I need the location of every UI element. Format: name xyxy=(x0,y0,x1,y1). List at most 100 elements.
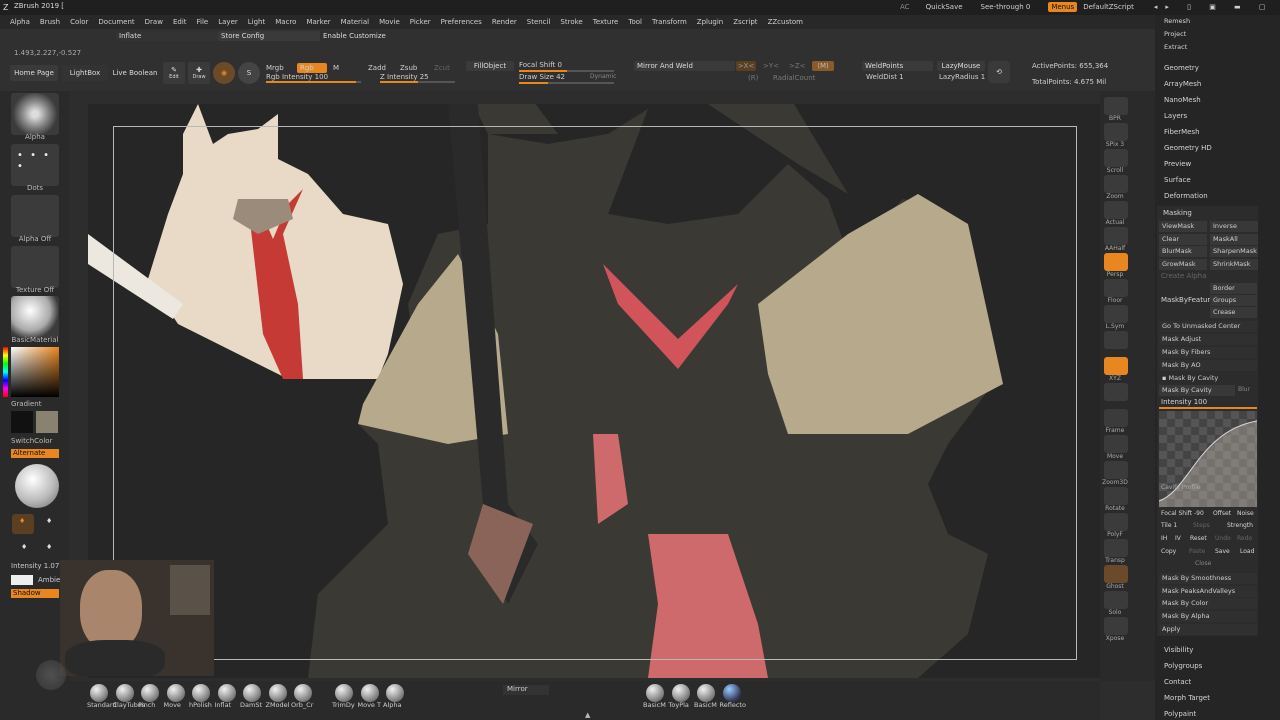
dynamic-button[interactable]: Dynamic xyxy=(590,73,616,80)
menu-edit[interactable]: Edit xyxy=(173,18,187,26)
rgb-intensity-slider[interactable]: Rgb Intensity 100 xyxy=(266,73,328,81)
blurmask-button[interactable]: BlurMask xyxy=(1159,246,1207,257)
texture-off-tile[interactable] xyxy=(11,246,59,288)
r-button[interactable]: (R) xyxy=(748,74,758,82)
alternate-button[interactable]: Alternate xyxy=(11,449,59,458)
shelf-persp-button[interactable] xyxy=(1104,253,1128,271)
shelf-aahalf-button[interactable] xyxy=(1104,227,1128,245)
rgb-intensity-track[interactable] xyxy=(266,81,361,83)
shelf-icon-button[interactable] xyxy=(1104,331,1128,349)
shelf-floor-button[interactable] xyxy=(1104,279,1128,297)
apply-item[interactable]: Apply xyxy=(1159,623,1257,635)
brush-damst-icon[interactable] xyxy=(243,684,261,702)
shelf-zoom3d-button[interactable] xyxy=(1104,461,1128,479)
mrgb-button[interactable]: Mrgb xyxy=(266,64,284,72)
shelf-ghost-button[interactable] xyxy=(1104,565,1128,583)
load-button[interactable]: Load xyxy=(1240,548,1254,555)
menus-button[interactable]: Menus xyxy=(1048,2,1078,12)
zsub-button[interactable]: Zsub xyxy=(400,64,417,72)
menu-file[interactable]: File xyxy=(197,18,209,26)
growmask-button[interactable]: GrowMask xyxy=(1159,258,1207,270)
sharpenmask-button[interactable]: SharpenMask xyxy=(1210,246,1258,257)
quicksave-button[interactable]: QuickSave xyxy=(926,3,963,11)
draw-mode-button[interactable]: ✚ Draw xyxy=(188,62,210,84)
mirror-button[interactable]: Mirror xyxy=(503,685,549,695)
mask-peaksandvalleys-item[interactable]: Mask PeaksAndValleys xyxy=(1159,585,1257,597)
lazymouse-toggle[interactable]: ⟲ xyxy=(988,61,1010,83)
palette-layers[interactable]: Layers xyxy=(1164,112,1187,120)
shelf-transp-button[interactable] xyxy=(1104,539,1128,557)
shelf-spix-3-button[interactable] xyxy=(1104,123,1128,141)
x-axis-button[interactable]: >X< xyxy=(736,61,756,71)
see-through-slider[interactable]: See-through 0 xyxy=(981,3,1031,11)
menu-layer[interactable]: Layer xyxy=(218,18,238,26)
brush-zmodel-icon[interactable] xyxy=(268,684,287,702)
zadd-button[interactable]: Zadd xyxy=(368,64,386,72)
ambient-swatch[interactable] xyxy=(11,575,33,585)
store-config-button[interactable]: Store Config xyxy=(218,31,321,41)
menu-material[interactable]: Material xyxy=(341,18,369,26)
y-axis-button[interactable]: >Y< xyxy=(763,62,779,70)
remesh-item[interactable]: Remesh xyxy=(1164,17,1190,25)
brush-move-icon[interactable] xyxy=(166,684,185,702)
palette-geometry-hd[interactable]: Geometry HD xyxy=(1164,144,1212,152)
brush-movet-icon[interactable] xyxy=(360,684,379,702)
maskall-button[interactable]: MaskAll xyxy=(1210,233,1258,245)
save-button[interactable]: Save xyxy=(1215,548,1230,555)
project-item[interactable]: Project xyxy=(1164,30,1186,38)
bulb-icon[interactable]: ♦ xyxy=(46,517,52,525)
menu-color[interactable]: Color xyxy=(70,18,88,26)
secondary-color-swatch[interactable] xyxy=(36,411,58,433)
rgb-button[interactable]: Rgb xyxy=(297,63,327,73)
shelf-bpr-button[interactable] xyxy=(1104,97,1128,115)
mirror-and-weld-button[interactable]: Mirror And Weld xyxy=(634,61,735,71)
menu-zscript[interactable]: Zscript xyxy=(733,18,757,26)
iv-button[interactable]: IV xyxy=(1175,535,1181,542)
undo-button[interactable]: Undo xyxy=(1215,535,1231,542)
menu-light[interactable]: Light xyxy=(248,18,265,26)
menu-render[interactable]: Render xyxy=(492,18,517,26)
mask-by-color-item[interactable]: Mask By Color xyxy=(1159,598,1257,610)
material-tile[interactable] xyxy=(11,296,59,338)
z-axis-button[interactable]: >Z< xyxy=(789,62,806,70)
mask-by-feature-button[interactable]: MaskByFeature xyxy=(1161,296,1214,304)
mask-by-fibers-item[interactable]: Mask By Fibers xyxy=(1159,347,1257,358)
menu-stroke[interactable]: Stroke xyxy=(560,18,582,26)
palette-fibermesh[interactable]: FiberMesh xyxy=(1164,128,1200,136)
copy-button[interactable]: Copy xyxy=(1161,548,1176,555)
menu-transform[interactable]: Transform xyxy=(652,18,687,26)
cavity-intensity-track[interactable] xyxy=(1159,407,1257,409)
menu-movie[interactable]: Movie xyxy=(379,18,400,26)
shelf-l-sym-button[interactable] xyxy=(1104,305,1128,323)
home-page-button[interactable]: Home Page xyxy=(10,65,58,81)
shelf-polyf-button[interactable] xyxy=(1104,513,1128,531)
cavity-tile[interactable]: Tile 1 xyxy=(1161,522,1177,529)
draw-size-slider[interactable]: Draw Size 42 xyxy=(519,73,565,81)
palette-surface[interactable]: Surface xyxy=(1164,176,1191,184)
focal-shift-slider[interactable]: Focal Shift 0 xyxy=(519,61,562,69)
shelf-solo-button[interactable] xyxy=(1104,591,1128,609)
light-sphere[interactable] xyxy=(15,464,59,508)
m-button[interactable]: M xyxy=(333,64,339,72)
material-0-icon[interactable] xyxy=(646,684,664,702)
shelf-scroll-button[interactable] xyxy=(1104,149,1128,167)
cavity-focal-shift[interactable]: Focal Shift -90 xyxy=(1161,510,1204,517)
brush-inflat-icon[interactable] xyxy=(217,684,236,702)
cavity-noise[interactable]: Noise xyxy=(1237,510,1254,517)
focal-shift-track[interactable] xyxy=(519,70,614,72)
welddist-slider[interactable]: WeldDist 1 xyxy=(866,73,904,81)
menu-marker[interactable]: Marker xyxy=(306,18,330,26)
palette-visibility[interactable]: Visibility xyxy=(1164,646,1193,654)
palette-nanomesh[interactable]: NanoMesh xyxy=(1164,96,1201,104)
clear-button[interactable]: Clear xyxy=(1159,233,1207,245)
paste-button[interactable]: Paste xyxy=(1189,548,1205,555)
default-zscript-button[interactable]: DefaultZScript xyxy=(1083,3,1134,11)
brush-standard-icon[interactable] xyxy=(90,684,108,702)
brush-orbcr-icon[interactable] xyxy=(294,684,312,702)
menu-alpha[interactable]: Alpha xyxy=(10,18,30,26)
shelf-xyz-button[interactable] xyxy=(1104,357,1128,375)
mask-adjust-item[interactable]: Mask Adjust xyxy=(1159,334,1257,345)
palette-polygroups[interactable]: Polygroups xyxy=(1164,662,1202,670)
window-controls-icon[interactable]: ◂▸ ▯ ▣ ▬ ▢ ✕ xyxy=(1154,3,1280,11)
material-1-icon[interactable] xyxy=(671,684,690,702)
